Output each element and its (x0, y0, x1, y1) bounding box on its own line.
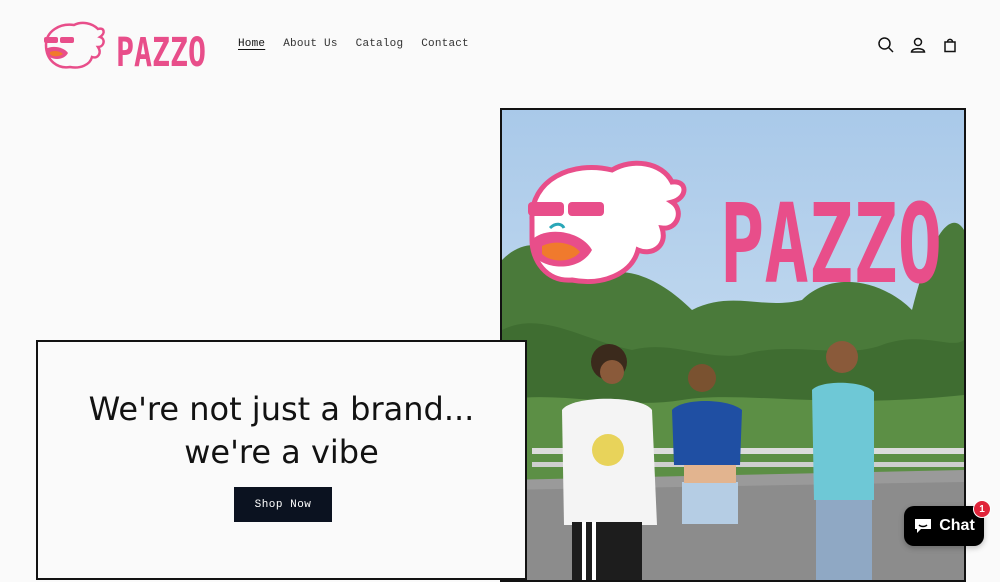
nav-catalog[interactable]: Catalog (356, 38, 404, 50)
hero-image: PAZZO (500, 108, 966, 582)
main-nav: Home About Us Catalog Contact (238, 38, 469, 50)
brand-wordmark: PAZZO (116, 30, 206, 73)
hero-heading-line-1: We're not just a brand... (88, 390, 475, 428)
nav-contact[interactable]: Contact (421, 38, 469, 50)
hero-heading: We're not just a brand... we're a vibe (38, 388, 525, 474)
hero-text-box: We're not just a brand... we're a vibe S… (36, 340, 527, 580)
hero-heading-line-2: we're a vibe (184, 433, 379, 471)
brand-logo[interactable]: PAZZO (40, 19, 208, 73)
chat-bubble-icon (915, 519, 932, 533)
header-icons (876, 35, 960, 55)
chat-badge: 1 (973, 500, 991, 518)
shop-now-button[interactable]: Shop Now (234, 487, 332, 522)
nav-about-us[interactable]: About Us (283, 38, 337, 50)
nav-home[interactable]: Home (238, 38, 265, 50)
cart-icon[interactable] (940, 35, 960, 55)
site-header: PAZZO Home About Us Catalog Contact (0, 0, 1000, 92)
account-icon[interactable] (908, 35, 928, 55)
hero-logo-wordmark: PAZZO (720, 180, 942, 308)
chat-button[interactable]: Chat (904, 506, 984, 546)
chat-label: Chat (939, 517, 975, 534)
search-icon[interactable] (876, 35, 896, 55)
